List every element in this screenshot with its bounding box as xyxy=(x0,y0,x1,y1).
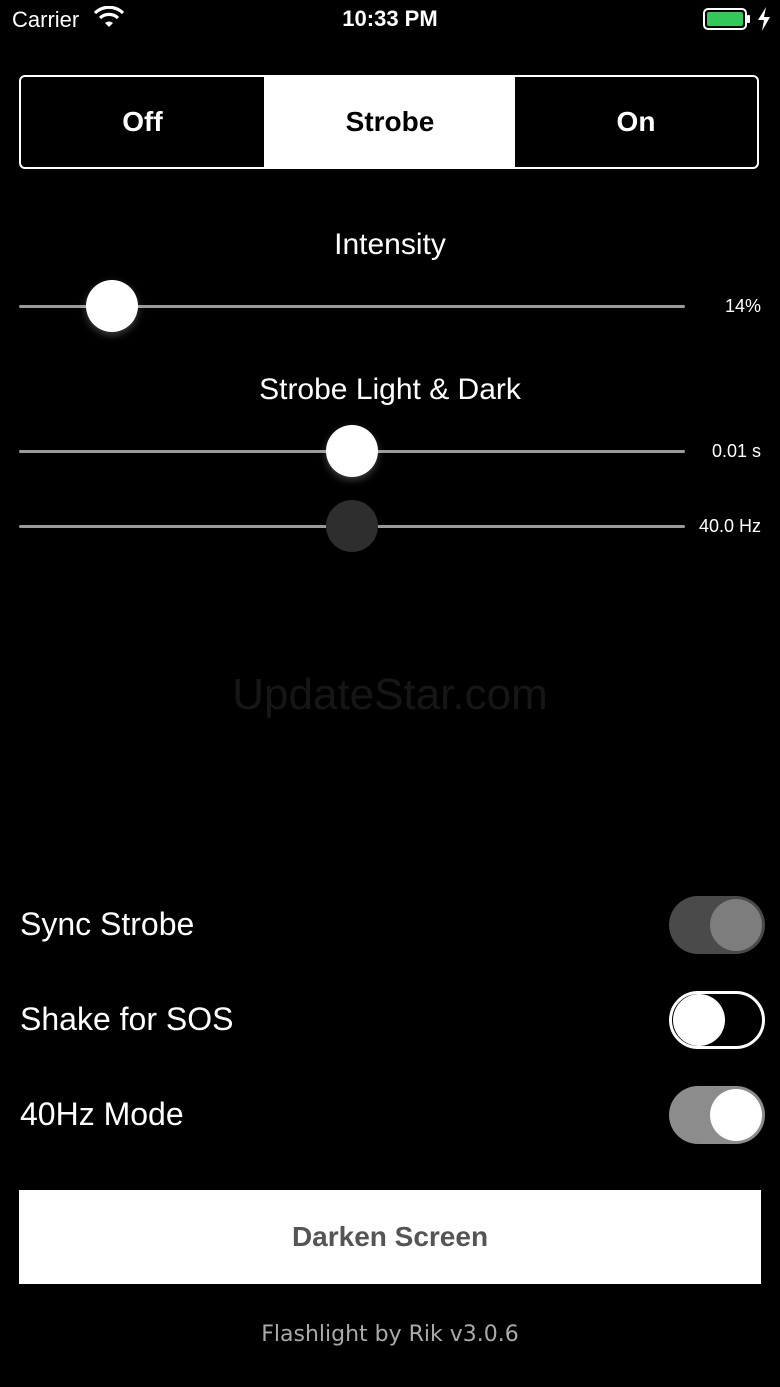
sync-strobe-row: Sync Strobe xyxy=(20,896,765,956)
shake-sos-label: Shake for SOS xyxy=(20,1001,234,1037)
strobe-frequency-slider xyxy=(19,496,685,556)
mode-40hz-row: 40Hz Mode xyxy=(20,1086,765,1146)
strobe-frequency-thumb xyxy=(326,500,378,552)
strobe-label: Strobe Light & Dark xyxy=(259,373,521,406)
status-bar: Carrier 10:33 PM xyxy=(0,0,780,40)
mode-segmented-control: Off Strobe On xyxy=(19,75,759,169)
mode-40hz-label: 40Hz Mode xyxy=(20,1096,184,1132)
darken-screen-button[interactable]: Darken Screen xyxy=(19,1190,761,1284)
intensity-label: Intensity xyxy=(334,228,446,261)
shake-sos-row: Shake for SOS xyxy=(20,991,765,1051)
charging-bolt-icon xyxy=(758,7,770,31)
strobe-frequency-value: 40.0 Hz xyxy=(698,516,761,536)
strobe-duration-thumb[interactable] xyxy=(326,425,378,477)
toggle-knob xyxy=(673,994,725,1046)
intensity-thumb[interactable] xyxy=(86,280,138,332)
mode-40hz-toggle[interactable] xyxy=(669,1086,765,1144)
intensity-value: 14% xyxy=(724,296,761,316)
toggle-knob xyxy=(710,899,762,951)
mode-on-segment[interactable]: On xyxy=(515,77,757,167)
mode-off-segment[interactable]: Off xyxy=(21,77,265,167)
mode-strobe-segment[interactable]: Strobe xyxy=(265,77,515,167)
sync-strobe-toggle xyxy=(669,896,765,954)
strobe-duration-slider[interactable] xyxy=(19,421,685,481)
sync-strobe-label: Sync Strobe xyxy=(20,906,195,942)
shake-sos-toggle[interactable] xyxy=(669,991,765,1049)
version-footer: Flashlight by Rik v3.0.6 xyxy=(261,1322,519,1347)
battery-icon xyxy=(703,8,750,30)
toggle-knob xyxy=(710,1089,762,1141)
clock: 10:33 PM xyxy=(342,6,438,31)
strobe-duration-value: 0.01 s xyxy=(711,441,761,461)
intensity-slider[interactable] xyxy=(19,276,685,336)
watermark: UpdateStar.com xyxy=(232,670,548,719)
